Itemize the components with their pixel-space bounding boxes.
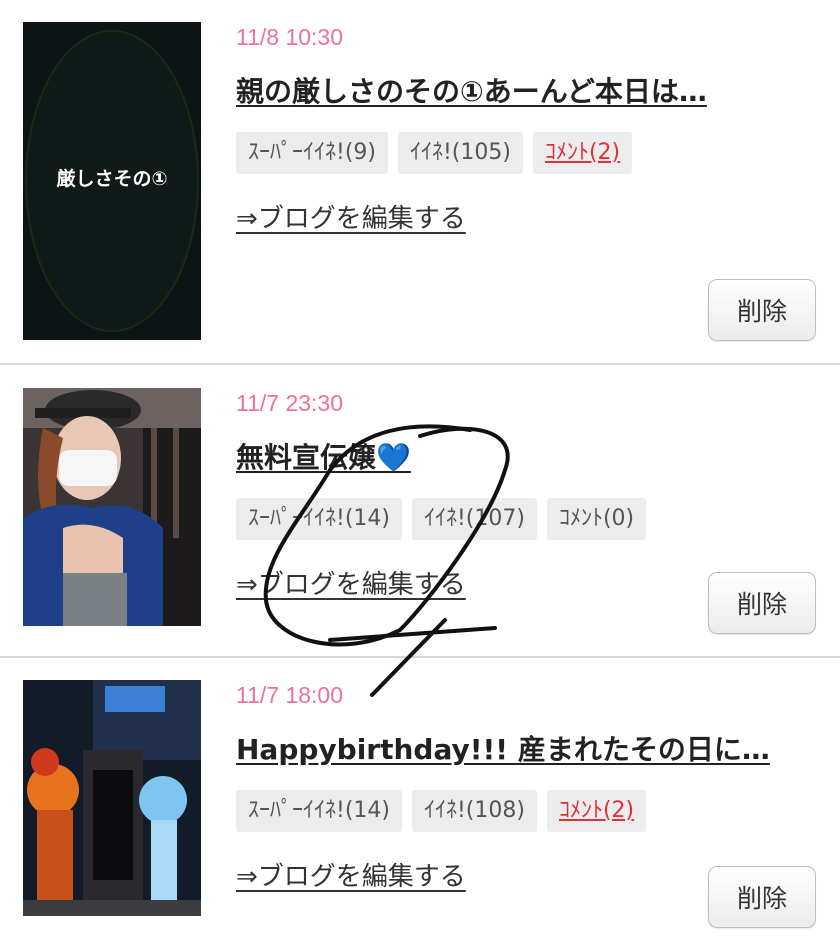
- edit-blog-link[interactable]: ⇒ブログを編集する: [236, 856, 466, 893]
- super-like-tag: ｽｰﾊﾟｰｲｲﾈ!(9): [236, 132, 388, 174]
- entry-thumbnail[interactable]: [23, 388, 201, 626]
- thumbnail-caption: 厳しさその①: [56, 168, 168, 190]
- entry-thumbnail[interactable]: [23, 680, 201, 916]
- entry-title-link[interactable]: Happybirthday!!! 産まれたその日に…: [236, 728, 770, 768]
- reaction-tags: ｽｰﾊﾟｰｲｲﾈ!(14) ｲｲﾈ!(108) ｺﾒﾝﾄ(2): [236, 790, 647, 832]
- divider: [0, 363, 840, 365]
- blue-heart-emoji: 💙: [376, 441, 411, 474]
- entry-date: 11/7 18:00: [236, 682, 344, 708]
- blog-entry-3: 11/7 18:00 Happybirthday!!! 産まれたその日に… ｽｰ…: [0, 658, 840, 946]
- entry-title-link[interactable]: 親の厳しさのその①あーんど本日は…: [236, 70, 707, 110]
- entry-date: 11/8 10:30: [236, 24, 344, 50]
- comment-link[interactable]: ｺﾒﾝﾄ(2): [532, 132, 633, 174]
- like-tag: ｲｲﾈ!(107): [411, 498, 537, 540]
- blog-entry-2: 11/7 23:30 無料宣伝嬢💙 ｽｰﾊﾟｰｲｲﾈ!(14) ｲｲﾈ!(107…: [0, 366, 840, 656]
- comment-link[interactable]: ｺﾒﾝﾄ(2): [546, 790, 647, 832]
- like-tag: ｲｲﾈ!(105): [397, 132, 523, 174]
- comment-count: ｺﾒﾝﾄ(0): [546, 498, 647, 540]
- super-like-tag: ｽｰﾊﾟｰｲｲﾈ!(14): [236, 790, 402, 832]
- entry-thumbnail[interactable]: 厳しさその①: [23, 22, 201, 340]
- super-like-tag: ｽｰﾊﾟｰｲｲﾈ!(14): [236, 498, 402, 540]
- reaction-tags: ｽｰﾊﾟｰｲｲﾈ!(9) ｲｲﾈ!(105) ｺﾒﾝﾄ(2): [236, 132, 633, 174]
- like-tag: ｲｲﾈ!(108): [411, 790, 537, 832]
- blog-entry-1: 厳しさその① 11/8 10:30 親の厳しさのその①あーんど本日は… ｽｰﾊﾟ…: [0, 0, 840, 364]
- delete-button[interactable]: 削除: [708, 572, 816, 634]
- reaction-tags: ｽｰﾊﾟｰｲｲﾈ!(14) ｲｲﾈ!(107) ｺﾒﾝﾄ(0): [236, 498, 647, 540]
- edit-blog-link[interactable]: ⇒ブログを編集する: [236, 198, 466, 235]
- entry-title-link[interactable]: 無料宣伝嬢💙: [236, 436, 411, 476]
- entry-date: 11/7 23:30: [236, 390, 344, 416]
- delete-button[interactable]: 削除: [708, 866, 816, 928]
- delete-button[interactable]: 削除: [708, 279, 816, 341]
- edit-blog-link[interactable]: ⇒ブログを編集する: [236, 564, 466, 601]
